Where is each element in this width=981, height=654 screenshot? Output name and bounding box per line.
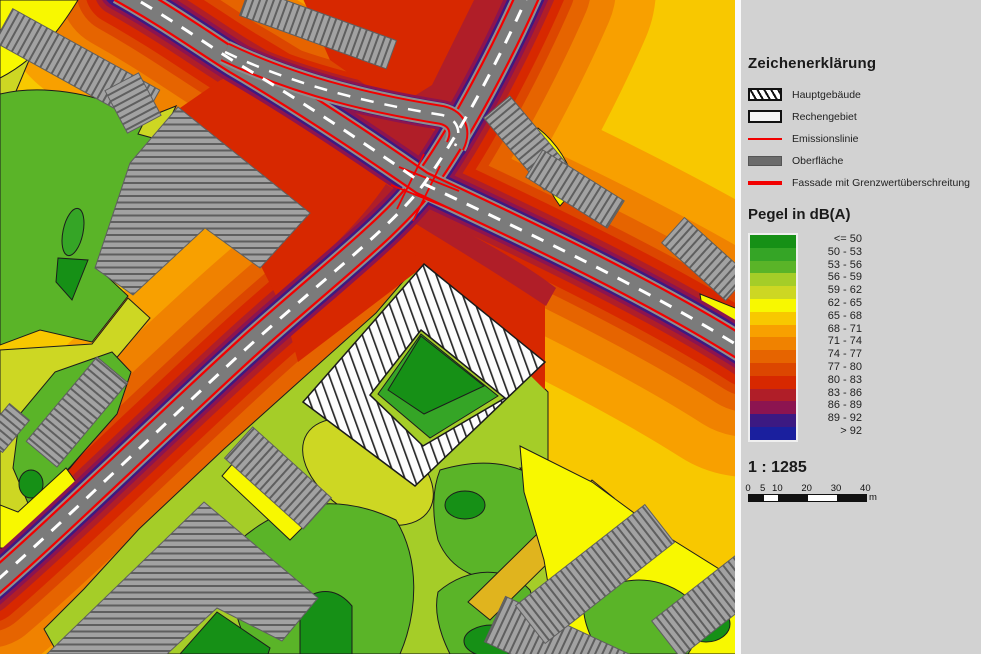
grayfill-icon [748, 156, 782, 166]
level-label: 80 - 83 [804, 374, 862, 387]
scalebar: 0510203040 m [748, 483, 888, 505]
level-swatch [750, 286, 796, 299]
level-swatch [750, 325, 796, 338]
legend-item: Oberfläche [748, 154, 975, 167]
level-swatch [750, 248, 796, 261]
level-label: 86 - 89 [804, 399, 862, 412]
legend-title: Zeichenerklärung [748, 55, 975, 72]
level-swatch [750, 299, 796, 312]
level-label: 68 - 71 [804, 323, 862, 336]
level-label: 71 - 74 [804, 335, 862, 348]
level-swatch [750, 401, 796, 414]
scalebar-segment [778, 495, 807, 501]
legend-item-label: Fassade mit Grenzwertüberschreitung [792, 177, 970, 189]
noise-map-report: { "legend": { "title": "Zeichenerklärung… [0, 0, 981, 654]
legend-item-label: Emissionslinie [792, 133, 859, 145]
legend-item-label: Oberfläche [792, 155, 843, 167]
level-swatch [750, 312, 796, 325]
legend-item: Emissionslinie [748, 132, 975, 145]
level-scale: <= 5050 - 5353 - 5656 - 5959 - 6262 - 65… [748, 233, 975, 442]
legend-item: Rechengebiet [748, 110, 975, 123]
legend-panel: Zeichenerklärung Hauptgebäude Rechengebie… [741, 0, 981, 654]
scalebar-tick: 0 [745, 483, 750, 494]
level-swatch [750, 337, 796, 350]
level-label: 56 - 59 [804, 271, 862, 284]
level-swatch [750, 273, 796, 286]
level-swatch [750, 427, 796, 440]
thickred-icon [748, 181, 782, 185]
level-label: 77 - 80 [804, 361, 862, 374]
legend-item-label: Hauptgebäude [792, 89, 861, 101]
level-label: 89 - 92 [804, 412, 862, 425]
noise-map [0, 0, 735, 654]
legend-item: Fassade mit Grenzwertüberschreitung [748, 176, 975, 189]
level-swatches [748, 233, 798, 442]
scalebar-segment [837, 495, 866, 501]
level-labels: <= 5050 - 5353 - 5656 - 5959 - 6262 - 65… [804, 233, 862, 442]
scalebar-tick: 30 [831, 483, 842, 494]
map-scale-ratio: 1 : 1285 [748, 459, 975, 477]
level-label: 83 - 86 [804, 387, 862, 400]
hatch-icon [748, 88, 782, 101]
outline-icon [748, 110, 782, 123]
legend-items: Hauptgebäude Rechengebiet Emissionslinie Ob… [748, 88, 975, 189]
levels-title: Pegel in dB(A) [748, 206, 975, 223]
level-label: 59 - 62 [804, 284, 862, 297]
level-label: 62 - 65 [804, 297, 862, 310]
scalebar-bar [748, 494, 867, 502]
level-label: 65 - 68 [804, 310, 862, 323]
noise-map-svg [0, 0, 735, 654]
legend-item-label: Rechengebiet [792, 111, 857, 123]
level-label: 74 - 77 [804, 348, 862, 361]
level-swatch [750, 235, 796, 248]
scalebar-unit: m [869, 492, 877, 503]
level-label: 53 - 56 [804, 259, 862, 272]
scalebar-segment [749, 495, 764, 501]
scalebar-tick: 5 [760, 483, 765, 494]
thinred-icon [748, 138, 782, 140]
level-swatch [750, 363, 796, 376]
level-label: <= 50 [804, 233, 862, 246]
level-label: > 92 [804, 425, 862, 438]
level-swatch [750, 376, 796, 389]
level-swatch [750, 350, 796, 363]
level-swatch [750, 261, 796, 274]
level-swatch [750, 414, 796, 427]
level-swatch [750, 389, 796, 402]
scalebar-ticks: 0510203040 [748, 483, 888, 494]
scalebar-tick: 20 [801, 483, 812, 494]
scalebar-tick: 10 [772, 483, 783, 494]
legend-item: Hauptgebäude [748, 88, 975, 101]
level-label: 50 - 53 [804, 246, 862, 259]
